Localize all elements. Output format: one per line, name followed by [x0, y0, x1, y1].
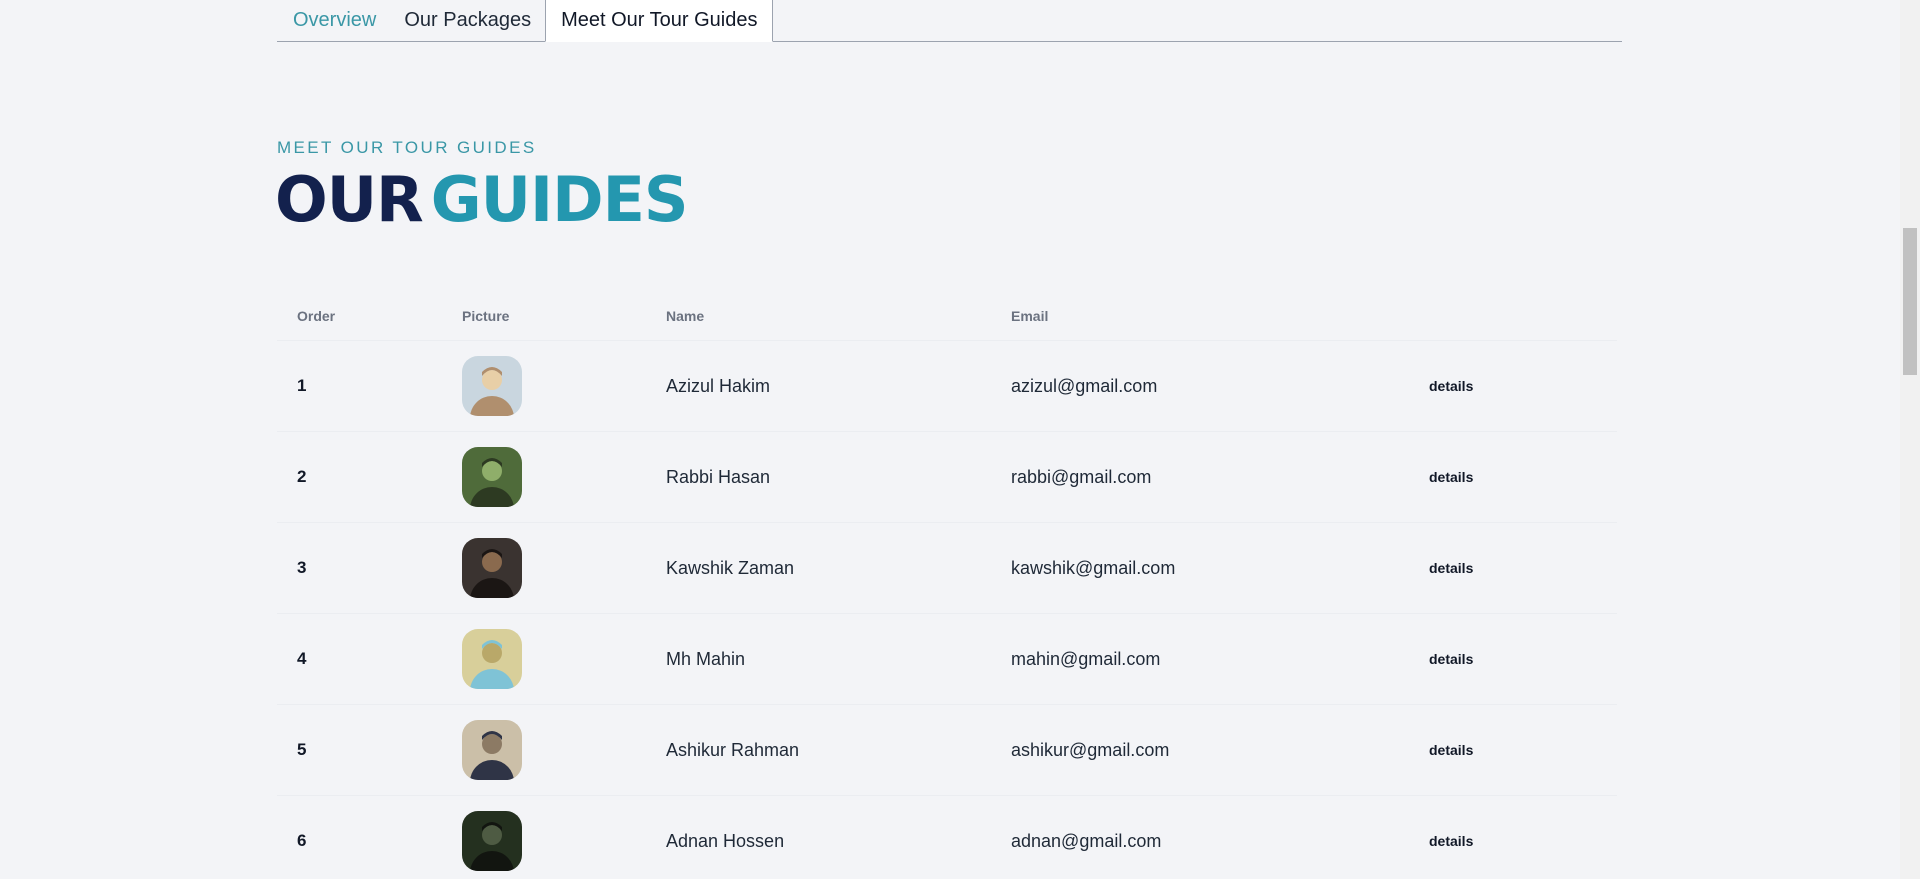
column-header-picture: Picture — [462, 308, 510, 324]
guide-email: rabbi@gmail.com — [1011, 466, 1152, 487]
column-header-email: Email — [1011, 308, 1049, 324]
guide-name: Mh Mahin — [666, 648, 746, 669]
section-title-part1: OUR — [275, 163, 424, 236]
guide-email: ashikur@gmail.com — [1011, 739, 1170, 760]
table-row: 5 Ashikur Rahman ashikur@gmail.com details — [277, 705, 1617, 796]
guide-photo-icon — [462, 356, 522, 416]
details-link[interactable]: details — [1429, 651, 1473, 667]
table-body: 1 Azizul Hakim azizul@gmail.com details 2 Rab… — [277, 341, 1617, 879]
details-link[interactable]: details — [1429, 742, 1473, 758]
guide-photo-icon — [462, 629, 522, 689]
row-order: 5 — [297, 740, 307, 759]
tab-bar: Overview Our Packages Meet Our Tour Guid… — [277, 0, 1622, 42]
scrollbar-thumb[interactable] — [1903, 228, 1917, 375]
row-order: 2 — [297, 467, 307, 486]
section-eyebrow: MEET OUR TOUR GUIDES — [277, 138, 537, 157]
row-order: 3 — [297, 558, 307, 577]
guide-name: Adnan Hossen — [666, 830, 785, 851]
guide-name: Ashikur Rahman — [666, 739, 800, 760]
table-row: 6 Adnan Hossen adnan@gmail.com details — [277, 796, 1617, 879]
details-link[interactable]: details — [1429, 469, 1473, 485]
column-header-name: Name — [666, 308, 705, 324]
table-header: Order Picture Name Email — [277, 292, 1617, 341]
guide-email: kawshik@gmail.com — [1011, 557, 1176, 578]
details-link[interactable]: details — [1429, 378, 1473, 394]
table-row: 2 Rabbi Hasan rabbi@gmail.com details — [277, 432, 1617, 523]
table-row: 4 Mh Mahin mahin@gmail.com details — [277, 614, 1617, 705]
guide-photo-icon — [462, 538, 522, 598]
guide-photo-icon — [462, 447, 522, 507]
section-title-part2: GUIDES — [430, 163, 689, 236]
column-header-order: Order — [297, 308, 336, 324]
row-order: 4 — [297, 649, 307, 668]
guide-photo-icon — [462, 720, 522, 780]
guide-name: Azizul Hakim — [666, 375, 771, 396]
guide-email: azizul@gmail.com — [1011, 375, 1158, 396]
page: Overview Our Packages Meet Our Tour Guid… — [0, 0, 1920, 879]
guide-email: mahin@gmail.com — [1011, 648, 1161, 669]
tab-overview[interactable]: Overview — [277, 0, 390, 41]
details-link[interactable]: details — [1429, 833, 1473, 849]
guide-name: Rabbi Hasan — [666, 466, 771, 487]
row-order: 1 — [297, 376, 307, 395]
guide-email: adnan@gmail.com — [1011, 830, 1162, 851]
guide-name: Kawshik Zaman — [666, 557, 795, 578]
guide-photo-icon — [462, 811, 522, 871]
tab-meet-our-tour-guides[interactable]: Meet Our Tour Guides — [545, 0, 774, 42]
table-row: 3 Kawshik Zaman kawshik@gmail.com details — [277, 523, 1617, 614]
details-link[interactable]: details — [1429, 560, 1473, 576]
table-row: 1 Azizul Hakim azizul@gmail.com details — [277, 341, 1617, 432]
guides-table: Order Picture Name Email 1 Azizul Hakim az… — [277, 292, 1617, 879]
tab-our-packages[interactable]: Our Packages — [390, 0, 545, 41]
row-order: 6 — [297, 831, 307, 850]
page-scrollbar[interactable] — [1900, 0, 1920, 879]
section-title: OUR GUIDES — [275, 162, 689, 238]
